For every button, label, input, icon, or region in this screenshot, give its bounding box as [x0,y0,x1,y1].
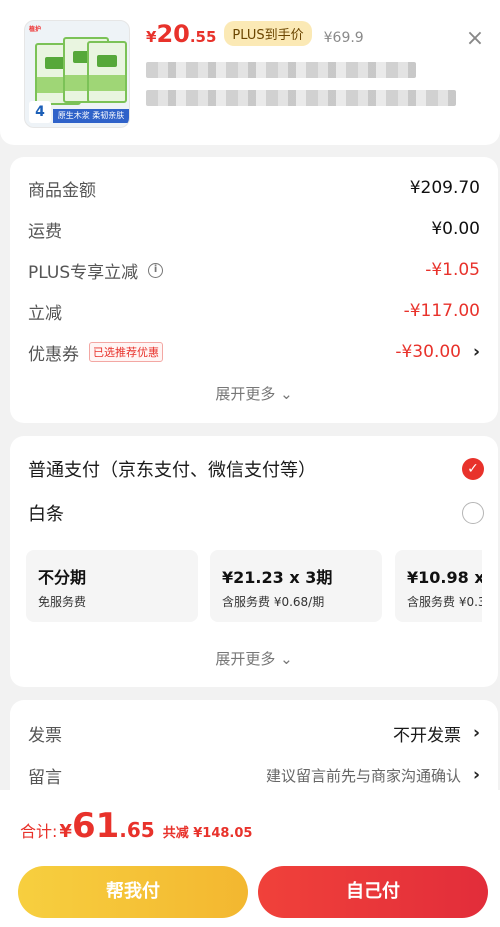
installment-option-3[interactable]: ¥21.23 x 3期 含服务费 ¥0.68/期 [210,550,382,622]
self-pay-button[interactable]: 自己付 [258,866,488,918]
summary-label: 优惠券 [28,344,79,365]
thumb-promo-text: 原生木浆 柔韧亲肤 [53,109,129,123]
installment-option-none[interactable]: 不分期 免服务费 [26,550,198,622]
invoice-row[interactable]: 发票 不开发票 › [28,720,480,746]
summary-row-shipping: 运费 ¥0.00 [28,216,480,242]
total-saving: 共减 ¥148.05 [162,826,253,841]
expand-more-button[interactable]: 展开更多 ⌄ [10,383,498,404]
total-currency: ¥ [59,821,72,842]
installment-subtitle: 免服务费 [38,595,87,609]
blurred-product-title [146,62,416,78]
summary-label: 立减 [28,303,62,324]
summary-value: -¥117.00 [403,301,480,321]
installment-title: ¥21.23 x 3期 [222,568,333,587]
note-row[interactable]: 留言 建议留言前先与商家沟通确认 › [28,762,480,788]
product-price: ¥20.55 [146,20,216,48]
help-pay-button[interactable]: 帮我付 [18,866,248,918]
summary-row-goods-amount: 商品金额 ¥209.70 [28,175,480,201]
chevron-right-icon: › [472,765,480,785]
product-price-row: ¥20.55 PLUS到手价 ¥69.9 [146,20,364,50]
installment-title: ¥10.98 x 6期 [407,568,482,587]
original-price: ¥69.9 [323,30,364,46]
installment-option-6[interactable]: ¥10.98 x 6期 含服务费 ¥0.35/期 [395,550,482,622]
total-label: 合计: [20,822,58,841]
note-placeholder: 建议留言前先与商家沟通确认 [265,766,461,785]
summary-label: PLUS专享立减 [28,262,139,283]
invoice-label: 发票 [28,725,62,746]
summary-label: 商品金额 [28,180,96,201]
installment-title: 不分期 [38,568,87,587]
note-label: 留言 [28,767,62,788]
total-integer: 61 [71,806,120,846]
summary-row-coupon[interactable]: 优惠券 已选推荐优惠 -¥30.00 › [28,339,480,365]
summary-label: 运费 [28,221,62,242]
summary-value: -¥1.05 [425,260,480,280]
payment-method-card: 普通支付（京东支付、微信支付等） ✓ 白条 不分期 免服务费 ¥21.23 x … [10,436,498,687]
price-summary-card: 商品金额 ¥209.70 运费 ¥0.00 PLUS专享立减 i -¥1.05 … [10,157,498,423]
blurred-product-spec [146,90,456,106]
thumb-pack-count: 4 [29,101,51,123]
installment-subtitle: 含服务费 ¥0.35/期 [407,595,482,609]
chevron-right-icon: › [472,723,480,743]
total-decimal: .65 [119,818,155,842]
summary-row-plus-discount: PLUS专享立减 i -¥1.05 [28,257,480,283]
thumb-brand: 植护 [29,26,42,33]
price-currency: ¥ [146,28,157,46]
chevron-right-icon: › [472,342,480,362]
price-decimal: .55 [189,28,217,46]
summary-row-instant-discount: 立减 -¥117.00 [28,298,480,324]
product-header: 植护 4 原生木浆 柔韧亲肤 ¥20.55 PLUS到手价 ¥69.9 × [0,0,500,145]
price-integer: 20 [156,20,190,48]
coupon-recommended-tag: 已选推荐优惠 [89,342,163,362]
plus-price-badge: PLUS到手价 [224,21,312,46]
product-thumbnail[interactable]: 植护 4 原生木浆 柔韧亲肤 [24,20,130,128]
close-icon[interactable]: × [464,28,486,50]
summary-value: ¥209.70 [409,178,480,198]
installment-subtitle: 含服务费 ¥0.68/期 [222,595,325,609]
expand-more-button[interactable]: 展开更多 ⌄ [10,648,498,669]
order-total: 合计: ¥ 61 .65 共减 ¥148.05 [20,806,252,846]
summary-value: ¥0.00 [431,219,480,239]
checkout-footer: 合计: ¥ 61 .65 共减 ¥148.05 帮我付 自己付 [0,790,500,927]
summary-value: -¥30.00 [395,342,461,362]
info-icon[interactable]: i [148,262,164,278]
invoice-value: 不开发票 [392,725,461,746]
